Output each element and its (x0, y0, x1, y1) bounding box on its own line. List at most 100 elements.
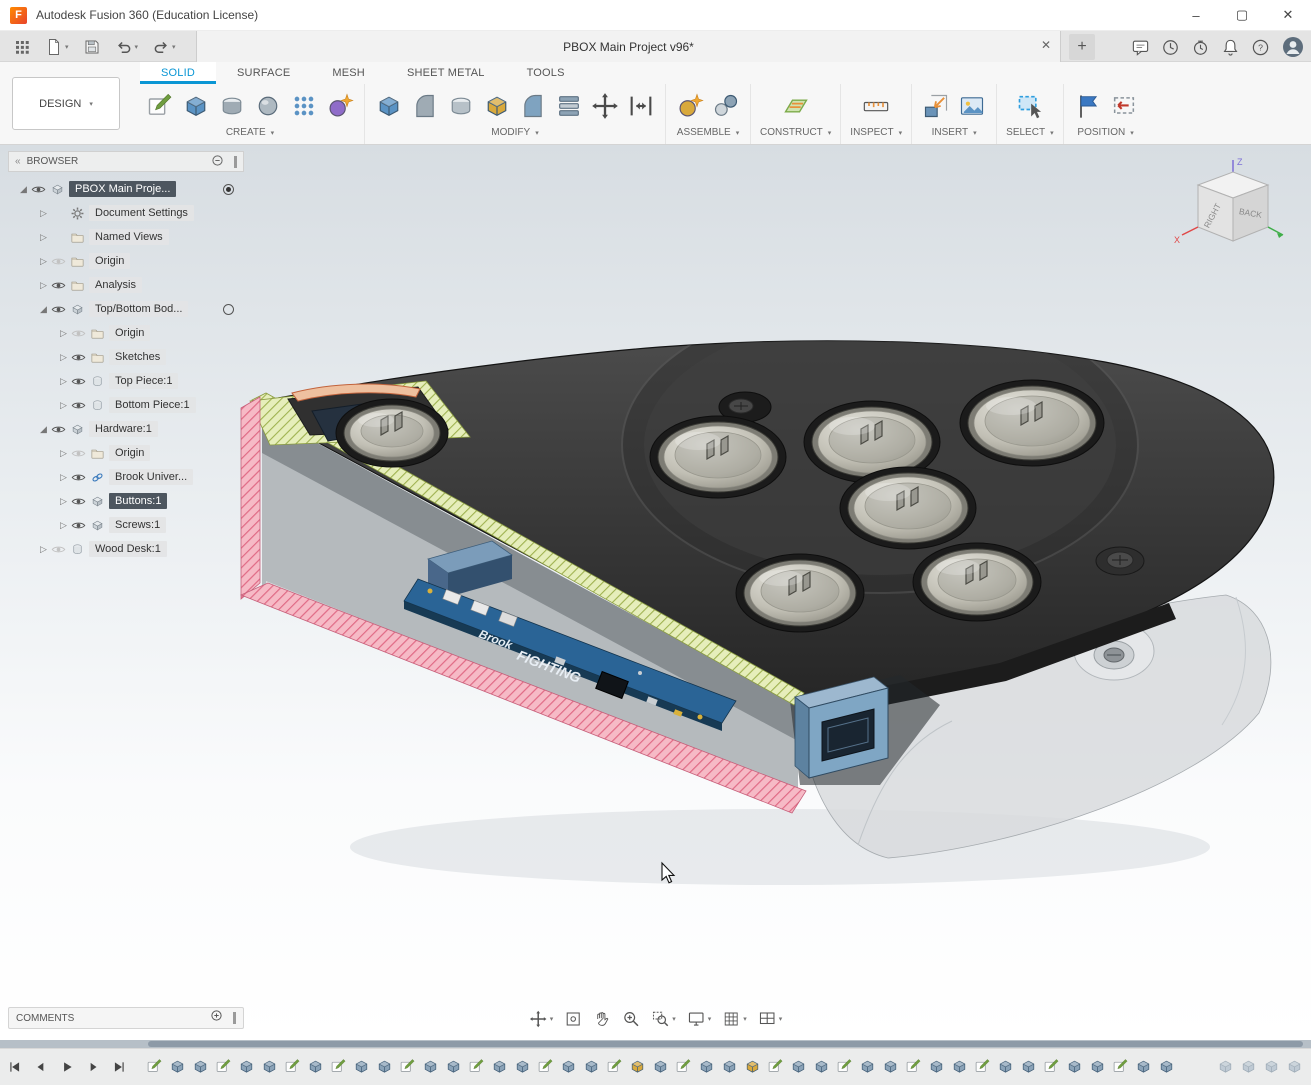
browser-item-brook-univer[interactable]: ▷ Brook Univer... (8, 465, 244, 489)
timeline-feature-32[interactable] (859, 1058, 876, 1075)
timeline-feature-38[interactable] (997, 1058, 1014, 1075)
collapse-arrow-icon[interactable]: ◢ (36, 424, 51, 435)
expand-arrow-icon[interactable]: ▷ (36, 256, 51, 267)
expand-arrow-icon[interactable]: ▷ (36, 232, 51, 243)
timeline-feature-8[interactable] (307, 1058, 324, 1075)
zoom-window-button[interactable]: ▾ (651, 1010, 676, 1028)
browser-item-label[interactable]: Origin (109, 325, 150, 341)
panel-grip[interactable] (234, 156, 237, 168)
timeline-sketch-18[interactable] (537, 1058, 554, 1075)
browser-item-bottom-piece-1[interactable]: ▷ Bottom Piece:1 (8, 393, 244, 417)
create-pattern-button[interactable] (289, 91, 319, 121)
browser-item-label[interactable]: Named Views (89, 229, 169, 245)
browser-item-label[interactable]: Sketches (109, 349, 166, 365)
add-comment-icon[interactable] (210, 1009, 223, 1027)
browser-item-label[interactable]: Brook Univer... (109, 469, 193, 485)
notifications-icon[interactable] (1221, 38, 1240, 57)
browser-item-analysis[interactable]: ▷Analysis (8, 273, 244, 297)
expand-arrow-icon[interactable]: ▷ (56, 352, 71, 363)
visibility-icon[interactable] (71, 350, 90, 365)
timeline-feature-33[interactable] (882, 1058, 899, 1075)
timeline-suppressed-feature-2[interactable] (1240, 1058, 1257, 1075)
browser-item-top-piece-1[interactable]: ▷Top Piece:1 (8, 369, 244, 393)
timeline-component-27[interactable] (744, 1058, 761, 1075)
document-tab-close-icon[interactable]: ✕ (1041, 39, 1051, 51)
expand-arrow-icon[interactable]: ▷ (56, 472, 71, 483)
browser-item-sketches[interactable]: ▷ Sketches (8, 345, 244, 369)
timeline-sketch-4[interactable] (215, 1058, 232, 1075)
zoom-button[interactable] (622, 1010, 640, 1028)
browser-item-label[interactable]: Document Settings (89, 205, 194, 221)
browser-item-label[interactable]: Wood Desk:1 (89, 541, 167, 557)
go-to-end-button[interactable] (108, 1056, 130, 1078)
timeline-feature-17[interactable] (514, 1058, 531, 1075)
capture-position-button[interactable] (1073, 91, 1103, 121)
timeline-sketch-31[interactable] (836, 1058, 853, 1075)
timeline-feature-11[interactable] (376, 1058, 393, 1075)
timeline-feature-44[interactable] (1135, 1058, 1152, 1075)
timeline-sketch-15[interactable] (468, 1058, 485, 1075)
timeline-sketch-12[interactable] (399, 1058, 416, 1075)
visibility-icon[interactable] (71, 518, 90, 533)
browser-item-label[interactable]: Origin (89, 253, 130, 269)
ribbon-group-label-inspect[interactable]: INSPECT▾ (850, 127, 902, 138)
ribbon-group-label-create[interactable]: CREATE▾ (226, 127, 274, 138)
minimize-button[interactable]: – (1173, 0, 1219, 30)
browser-item-label[interactable]: Origin (109, 445, 150, 461)
timeline-feature-36[interactable] (951, 1058, 968, 1075)
measure-button[interactable] (861, 91, 891, 121)
visibility-off-icon[interactable] (51, 542, 70, 557)
pan-button[interactable] (593, 1010, 611, 1028)
ribbon-group-label-modify[interactable]: MODIFY▾ (491, 127, 538, 138)
timeline-feature-3[interactable] (192, 1058, 209, 1075)
timeline-sketch-7[interactable] (284, 1058, 301, 1075)
timeline-feature-13[interactable] (422, 1058, 439, 1075)
tab-sheet-metal[interactable]: SHEET METAL (386, 62, 506, 84)
visibility-icon[interactable] (31, 182, 50, 197)
browser-item-label[interactable]: PBOX Main Proje... (69, 181, 176, 197)
canvas-button[interactable] (957, 91, 987, 121)
visibility-off-icon[interactable] (71, 326, 90, 341)
expand-arrow-icon[interactable]: ▷ (56, 400, 71, 411)
save-button[interactable] (76, 31, 108, 63)
browser-item-pbox-main-proje[interactable]: ◢ PBOX Main Proje... (8, 177, 244, 201)
help-icon[interactable]: ? (1251, 38, 1270, 57)
visibility-icon[interactable] (71, 470, 90, 485)
button-dome[interactable] (736, 554, 864, 632)
comments-bar[interactable]: COMMENTS (8, 1007, 244, 1029)
viewcube[interactable]: Z RIGHT BACK X (1171, 155, 1293, 264)
grid-and-snaps-button[interactable]: ▾ (722, 1010, 747, 1028)
timeline-feature-42[interactable] (1089, 1058, 1106, 1075)
button-dome[interactable] (650, 416, 786, 498)
tab-tools[interactable]: TOOLS (506, 62, 586, 84)
browser-item-label[interactable]: Bottom Piece:1 (109, 397, 196, 413)
timeline-feature-2[interactable] (169, 1058, 186, 1075)
timeline-feature-20[interactable] (583, 1058, 600, 1075)
browser-item-label[interactable]: Top Piece:1 (109, 373, 178, 389)
align-button[interactable] (626, 91, 656, 121)
account-avatar[interactable] (1281, 35, 1305, 59)
job-status-icon[interactable] (1161, 38, 1180, 57)
timeline-feature-19[interactable] (560, 1058, 577, 1075)
timeline-component-22[interactable] (629, 1058, 646, 1075)
activate-component-radio[interactable] (223, 184, 234, 195)
display-settings-button[interactable]: ▾ (687, 1010, 712, 1028)
timeline-sketch-21[interactable] (606, 1058, 623, 1075)
play-button[interactable] (56, 1056, 78, 1078)
step-back-button[interactable] (30, 1056, 52, 1078)
browser-item-origin[interactable]: ▷ Origin (8, 249, 244, 273)
timeline-suppressed-feature-3[interactable] (1263, 1058, 1280, 1075)
collapse-arrow-icon[interactable]: ◢ (16, 184, 31, 195)
browser-item-label[interactable]: Buttons:1 (109, 493, 167, 509)
timeline-feature-5[interactable] (238, 1058, 255, 1075)
timeline-sketch-9[interactable] (330, 1058, 347, 1075)
ribbon-group-label-insert[interactable]: INSERT▾ (932, 127, 977, 138)
hide-all-icon[interactable] (211, 154, 224, 170)
button-dome[interactable] (336, 399, 448, 467)
timeline-feature-16[interactable] (491, 1058, 508, 1075)
timeline-feature-6[interactable] (261, 1058, 278, 1075)
create-box-button[interactable] (181, 91, 211, 121)
visibility-off-icon[interactable] (71, 446, 90, 461)
browser-item-label[interactable]: Top/Bottom Bod... (89, 301, 188, 317)
visibility-icon[interactable] (51, 302, 70, 317)
